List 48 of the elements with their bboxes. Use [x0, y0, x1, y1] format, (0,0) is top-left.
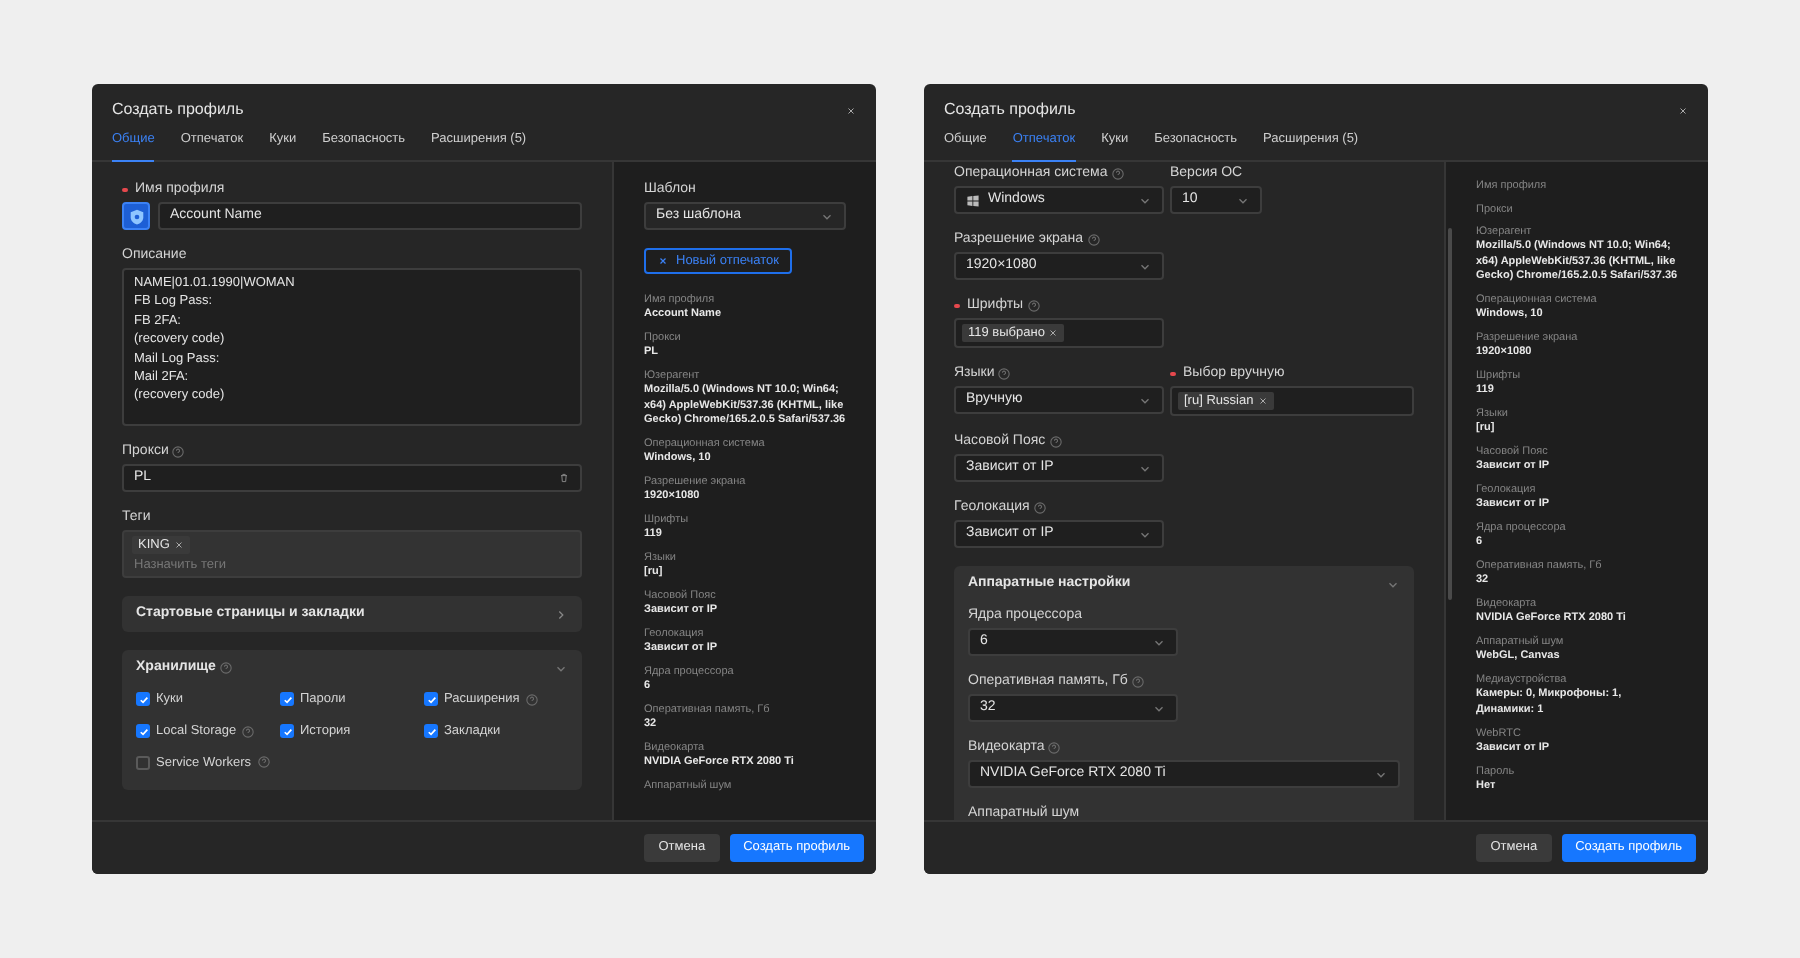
remove-icon[interactable]	[173, 540, 184, 550]
help-icon[interactable]	[1131, 676, 1144, 688]
help-icon[interactable]	[1048, 742, 1061, 754]
help-icon[interactable]	[1027, 300, 1040, 312]
help-icon[interactable]	[1049, 436, 1062, 448]
avatar-button[interactable]	[122, 202, 150, 230]
dialog-title: Создать профиль	[944, 100, 1076, 120]
help-icon[interactable]	[998, 368, 1011, 380]
remove-icon[interactable]	[1257, 396, 1268, 406]
remove-icon[interactable]	[1048, 328, 1059, 338]
chevron-down-icon	[1152, 701, 1166, 715]
close-icon[interactable]	[846, 105, 856, 115]
help-icon[interactable]	[525, 693, 538, 706]
checkbox[interactable]	[280, 692, 294, 707]
chevron-down-icon	[1138, 259, 1152, 273]
chevron-down-icon	[1374, 767, 1388, 781]
chevron-down-icon	[1138, 393, 1152, 407]
chevron-down-icon	[1236, 193, 1250, 207]
check-icon	[425, 693, 437, 706]
cross-icon	[658, 256, 668, 266]
help-icon[interactable]	[257, 756, 270, 769]
help-icon[interactable]	[1111, 168, 1124, 180]
checkbox[interactable]	[136, 755, 150, 770]
dialog-title: Создать профиль	[112, 100, 244, 120]
trash-icon[interactable]	[558, 472, 570, 484]
chevron-down-icon	[1138, 193, 1152, 207]
check-icon	[137, 693, 149, 706]
close-icon[interactable]	[1678, 105, 1688, 115]
help-icon[interactable]	[242, 725, 255, 738]
check-icon	[137, 725, 149, 738]
checkbox[interactable]	[136, 724, 150, 739]
check-icon	[281, 693, 293, 706]
windows-icon	[966, 193, 980, 207]
shield-icon	[127, 207, 145, 225]
checkbox[interactable]	[424, 724, 438, 739]
checkbox[interactable]	[136, 692, 150, 707]
checkbox[interactable]	[424, 692, 438, 707]
chevron-down-icon	[1138, 527, 1152, 541]
help-icon[interactable]	[1087, 234, 1100, 246]
chevron-down-icon	[820, 209, 834, 223]
help-icon[interactable]	[172, 446, 185, 458]
help-icon[interactable]	[1033, 502, 1046, 514]
checkbox[interactable]	[280, 724, 294, 739]
chevron-down-icon	[1138, 461, 1152, 475]
help-icon[interactable]	[219, 662, 232, 674]
check-icon	[281, 725, 293, 738]
chevron-down-icon	[1152, 635, 1166, 649]
check-icon	[425, 725, 437, 738]
